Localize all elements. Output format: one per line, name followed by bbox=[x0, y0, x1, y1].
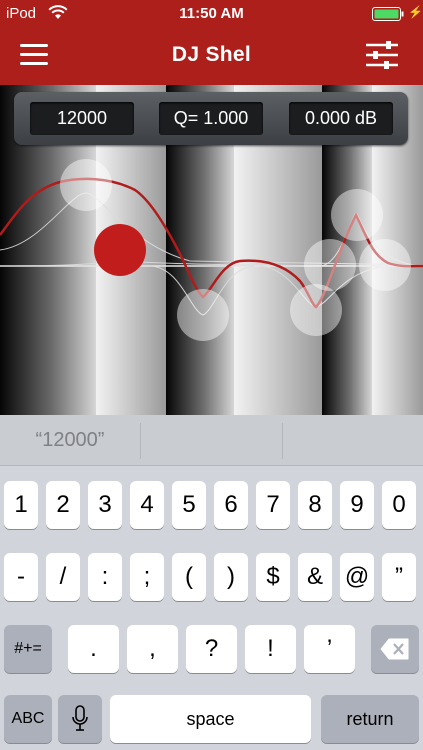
key-7[interactable]: 7 bbox=[256, 481, 290, 529]
eq-handle-band-3 bbox=[177, 289, 229, 341]
eq-handle-band-7 bbox=[359, 239, 411, 291]
charging-icon: ⚡ bbox=[408, 5, 423, 19]
key-dollar[interactable]: $ bbox=[256, 553, 290, 601]
microphone-icon bbox=[72, 705, 88, 731]
page-title: DJ Shel bbox=[171, 43, 252, 66]
eq-handle-band-1 bbox=[60, 159, 112, 211]
key-9[interactable]: 9 bbox=[340, 481, 374, 529]
key-slash[interactable]: / bbox=[46, 553, 80, 601]
key-colon[interactable]: : bbox=[88, 553, 122, 601]
key-quote[interactable]: ” bbox=[382, 553, 416, 601]
key-space[interactable]: space bbox=[110, 695, 311, 743]
key-2[interactable]: 2 bbox=[46, 481, 80, 529]
key-1[interactable]: 1 bbox=[4, 481, 38, 529]
navigation-bar: DJ Shel bbox=[0, 28, 423, 85]
suggestion-item-empty[interactable] bbox=[141, 415, 282, 465]
eq-handle-band-5 bbox=[304, 239, 356, 291]
status-bar: iPod 11:50 AM ⚡ bbox=[0, 0, 423, 28]
gain-field[interactable]: 0.000 dB bbox=[289, 102, 393, 135]
eq-handle-band-6 bbox=[331, 189, 383, 241]
frequency-field[interactable]: 12000 bbox=[30, 102, 134, 135]
key-question[interactable]: ? bbox=[186, 625, 237, 673]
key-apostrophe[interactable]: ’ bbox=[304, 625, 355, 673]
key-6[interactable]: 6 bbox=[214, 481, 248, 529]
parameter-readout: 12000 Q= 1.000 0.000 dB bbox=[14, 92, 408, 145]
top-bar: iPod 11:50 AM ⚡ DJ Shel bbox=[0, 0, 423, 85]
suggestion-item-empty[interactable] bbox=[283, 415, 423, 465]
eq-handle-band-2-selected bbox=[94, 224, 146, 276]
key-period[interactable]: . bbox=[68, 625, 119, 673]
keyboard: 1 2 3 4 5 6 7 8 9 0 - / : ; ( ) $ & @ ” … bbox=[0, 466, 423, 750]
key-symbols-shift[interactable]: #+= bbox=[4, 625, 52, 673]
key-delete[interactable] bbox=[371, 625, 419, 673]
delete-icon bbox=[380, 638, 409, 660]
battery-icon bbox=[372, 7, 404, 21]
key-4[interactable]: 4 bbox=[130, 481, 164, 529]
sliders-icon[interactable] bbox=[364, 40, 400, 70]
key-exclamation[interactable]: ! bbox=[245, 625, 296, 673]
key-return[interactable]: return bbox=[321, 695, 419, 743]
key-close-paren[interactable]: ) bbox=[214, 553, 248, 601]
key-3[interactable]: 3 bbox=[88, 481, 122, 529]
clock: 11:50 AM bbox=[179, 5, 244, 22]
suggestion-bar: “12000” bbox=[0, 415, 423, 466]
key-5[interactable]: 5 bbox=[172, 481, 206, 529]
key-ampersand[interactable]: & bbox=[298, 553, 332, 601]
key-8[interactable]: 8 bbox=[298, 481, 332, 529]
key-at[interactable]: @ bbox=[340, 553, 374, 601]
key-hyphen[interactable]: - bbox=[4, 553, 38, 601]
suggestion-item[interactable]: “12000” bbox=[0, 415, 140, 465]
key-abc[interactable]: ABC bbox=[4, 695, 52, 743]
eq-handle-band-4 bbox=[290, 284, 342, 336]
key-dictation[interactable] bbox=[58, 695, 102, 743]
q-field[interactable]: Q= 1.000 bbox=[159, 102, 263, 135]
key-semicolon[interactable]: ; bbox=[130, 553, 164, 601]
key-comma[interactable]: , bbox=[127, 625, 178, 673]
key-0[interactable]: 0 bbox=[382, 481, 416, 529]
key-open-paren[interactable]: ( bbox=[172, 553, 206, 601]
